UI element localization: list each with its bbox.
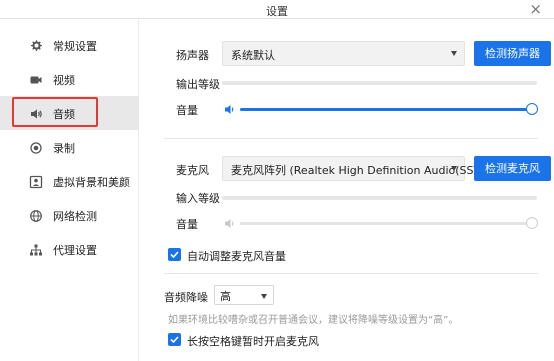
- section-divider: [164, 273, 538, 274]
- volume-icon: [225, 105, 234, 114]
- chevron-down-icon: [451, 51, 457, 56]
- speaker-volume-slider[interactable]: [240, 103, 538, 115]
- sidebar-item-recording[interactable]: 录制: [0, 130, 139, 164]
- microphone-volume-label: 音量: [176, 218, 198, 231]
- test-microphone-button[interactable]: 检测麦克风: [474, 156, 551, 181]
- sidebar-item-label: 录制: [53, 142, 75, 155]
- checkmark-icon: [170, 251, 179, 259]
- sidebar-item-general[interactable]: 常规设置: [0, 28, 139, 62]
- speaker-select[interactable]: 系统默认: [222, 41, 465, 66]
- gear-icon: [31, 40, 42, 51]
- auto-adjust-mic-checkbox[interactable]: [168, 248, 181, 261]
- portrait-icon: [29, 175, 43, 189]
- video-camera-icon: [30, 76, 42, 84]
- noise-reduction-value: 高: [220, 290, 231, 303]
- speaker-volume-fill: [240, 108, 532, 111]
- window-title: 设置: [266, 5, 288, 18]
- push-to-talk-label[interactable]: 长按空格键暂时开启麦克风: [187, 333, 319, 349]
- title-bar: 设置 ×: [0, 0, 554, 19]
- speaker-select-value: 系统默认: [231, 49, 275, 62]
- input-level-label: 输入等级: [176, 192, 220, 205]
- noise-reduction-hint: 如果环境比较嘈杂或召开普通会议，建议将降噪等级设置为“高”。: [168, 315, 459, 326]
- sidebar-item-video[interactable]: 视频: [0, 62, 139, 96]
- sidebar-item-label: 音频: [53, 108, 75, 121]
- input-level-meter: [222, 196, 537, 200]
- chevron-down-icon: [451, 166, 457, 171]
- microphone-volume-thumb[interactable]: [526, 217, 538, 229]
- close-icon[interactable]: ×: [529, 0, 542, 18]
- microphone-label: 麦克风: [176, 164, 209, 177]
- sidebar-item-network-test[interactable]: 网络检测: [0, 198, 139, 232]
- push-to-talk-checkbox[interactable]: [168, 333, 181, 346]
- microphone-select[interactable]: 麦克风阵列 (Realtek High Definition Audio(SST…: [222, 156, 489, 181]
- sidebar-item-virtual-background[interactable]: 虚拟背景和美颜: [0, 164, 139, 198]
- record-icon: [30, 142, 42, 154]
- sidebar-item-audio[interactable]: 音频: [0, 96, 139, 130]
- sidebar-item-label: 常规设置: [53, 40, 97, 53]
- speaker-volume-thumb[interactable]: [526, 103, 538, 115]
- speaker-icon: [31, 109, 42, 119]
- noise-reduction-select[interactable]: 高: [214, 285, 274, 305]
- globe-icon: [30, 210, 42, 222]
- microphone-volume-fill: [240, 222, 532, 225]
- speaker-label: 扬声器: [176, 49, 209, 62]
- checkmark-icon: [170, 336, 179, 344]
- audio-settings-panel: 扬声器 系统默认 检测扬声器 输出等级 音量 麦克风 麦克风阵列 (Realte…: [140, 20, 554, 361]
- sidebar-item-label: 网络检测: [53, 210, 97, 223]
- noise-reduction-label: 音频降噪: [164, 291, 208, 304]
- network-tree-icon: [30, 244, 42, 256]
- auto-adjust-mic-label[interactable]: 自动调整麦克风音量: [187, 248, 286, 264]
- test-speaker-button[interactable]: 检测扬声器: [474, 41, 551, 66]
- sidebar-item-label: 虚拟背景和美颜: [53, 176, 130, 189]
- output-level-label: 输出等级: [176, 78, 220, 91]
- speaker-volume-label: 音量: [176, 104, 198, 117]
- output-level-meter: [222, 81, 537, 85]
- section-divider: [164, 138, 538, 139]
- microphone-volume-slider[interactable]: [240, 217, 538, 229]
- sidebar: 常规设置 视频 音频 录制 虚拟背景和美颜 网络检测 代理设置: [0, 20, 139, 361]
- volume-icon: [225, 219, 234, 228]
- sidebar-item-proxy[interactable]: 代理设置: [0, 232, 139, 266]
- sidebar-item-label: 代理设置: [53, 244, 97, 257]
- sidebar-item-label: 视频: [53, 74, 75, 87]
- chevron-down-icon: [261, 294, 267, 299]
